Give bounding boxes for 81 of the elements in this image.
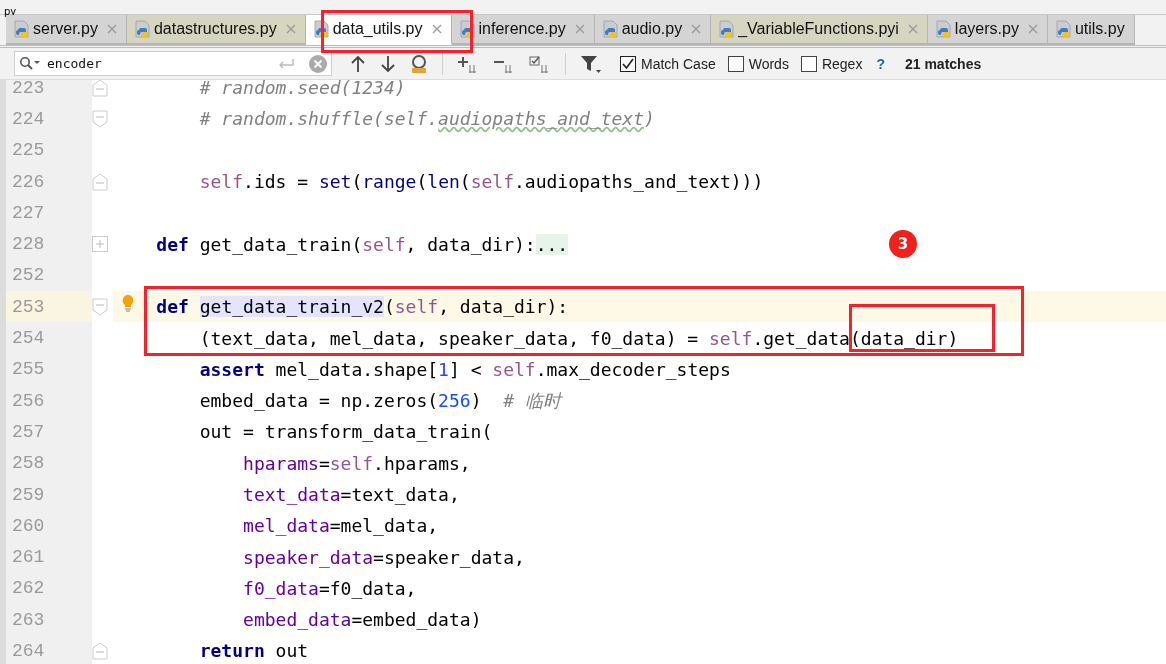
line-number: 257 [6, 416, 92, 448]
code-line: mel_data=mel_data, [242, 515, 439, 537]
expand-marker-icon[interactable] [92, 236, 108, 253]
close-icon[interactable] [285, 24, 296, 34]
close-icon[interactable] [106, 24, 117, 34]
file-tab[interactable]: datastructures.py [126, 15, 306, 45]
close-icon[interactable] [431, 24, 442, 34]
code-line: text_data=text_data, [242, 484, 460, 505]
line-number: 253 [6, 291, 92, 323]
file-tab[interactable]: audio.py [594, 15, 712, 45]
line-number: 261 [6, 541, 92, 573]
close-icon[interactable] [907, 24, 918, 34]
file-tab[interactable]: data_utils.py [305, 15, 452, 45]
help-link[interactable]: ? [876, 55, 885, 72]
close-icon[interactable] [574, 24, 585, 34]
step-badge: 3 [889, 230, 917, 258]
checkbox[interactable] [800, 55, 817, 72]
line-number: 225 [6, 134, 92, 166]
find-all-icon[interactable] [410, 53, 428, 74]
line-number: 256 [6, 384, 92, 417]
file-tab[interactable]: inference.py [451, 15, 595, 45]
line-number: 228 [6, 228, 92, 260]
code-line: return out [198, 640, 309, 662]
lightbulb-icon[interactable] [121, 294, 135, 313]
search-icon [19, 55, 41, 72]
line-number: 226 [6, 165, 92, 198]
select-all-icon[interactable] [529, 54, 551, 73]
arrow-up-icon[interactable] [350, 54, 366, 73]
close-icon[interactable] [1027, 24, 1038, 34]
option-label[interactable]: Regex [821, 55, 863, 72]
arrow-down-icon[interactable] [380, 54, 396, 73]
python-file-icon [14, 20, 30, 38]
line-number: 264 [6, 635, 92, 664]
code-line: f0_data=f0_data, [242, 577, 417, 599]
line-number: 254 [6, 322, 92, 354]
python-file-icon [1055, 20, 1072, 38]
checkbox[interactable] [620, 55, 636, 72]
code-line: def get_data_train_v2(self, data_dir): [155, 296, 569, 318]
fold-end-icon[interactable] [92, 172, 108, 191]
line-number: 258 [6, 447, 92, 479]
python-file-icon [134, 20, 151, 38]
close-icon[interactable] [691, 24, 702, 34]
option-label[interactable]: Match Case [641, 55, 716, 72]
fold-end-icon[interactable] [92, 80, 108, 97]
code-line: # random.seed(1234) [198, 80, 406, 99]
file-tab[interactable]: _VariableFunctions.pyi [711, 15, 928, 45]
option-label[interactable]: Words [748, 55, 789, 72]
search-field[interactable]: encoder [14, 51, 332, 76]
code-line: out = transform_data_train( [198, 421, 493, 443]
python-file-icon [935, 20, 952, 38]
fold-marker-icon[interactable] [92, 297, 108, 316]
file-tab[interactable]: layers.py [927, 15, 1048, 45]
clear-icon[interactable] [309, 54, 327, 73]
enter-icon [277, 57, 295, 70]
fold-end-icon[interactable] [92, 642, 108, 660]
python-file-icon [719, 20, 736, 38]
add-occurrence-icon[interactable] [457, 54, 479, 73]
line-number: 255 [6, 353, 92, 385]
fold-marker-icon[interactable] [92, 109, 108, 128]
filter-icon[interactable] [580, 53, 602, 74]
code-line: # random.shuffle(self.audiopaths_and_text) [198, 108, 655, 130]
line-number: 224 [6, 103, 92, 135]
line-number: 227 [6, 197, 92, 229]
python-file-icon [602, 20, 619, 38]
line-number: 260 [6, 510, 92, 542]
code-line: embed_data = np.zeros(256) # 临时 [198, 388, 561, 413]
line-number: 262 [6, 572, 92, 605]
line-number: 259 [6, 478, 92, 511]
code-line: assert mel_data.shape[1] < self.max_decoder_steps [198, 358, 731, 380]
file-tab[interactable]: utils.py [1047, 15, 1135, 45]
checkbox[interactable] [727, 55, 744, 72]
code-line: embed_data=embed_data) [242, 609, 482, 631]
file-tab[interactable]: server.py [6, 15, 127, 45]
code-line: self.ids = set(range(len(self.audiopaths_and_text))) [198, 171, 764, 193]
code-line: hparams=self.hparams, [242, 452, 471, 474]
line-number: 223 [6, 80, 92, 104]
code-line: speaker_data=speaker_data, [242, 546, 525, 568]
line-number: 263 [6, 604, 92, 636]
line-number: 252 [6, 259, 92, 292]
match-count: 21 matches [904, 55, 982, 72]
code-line: def get_data_train(self, data_dir):... [155, 233, 569, 255]
